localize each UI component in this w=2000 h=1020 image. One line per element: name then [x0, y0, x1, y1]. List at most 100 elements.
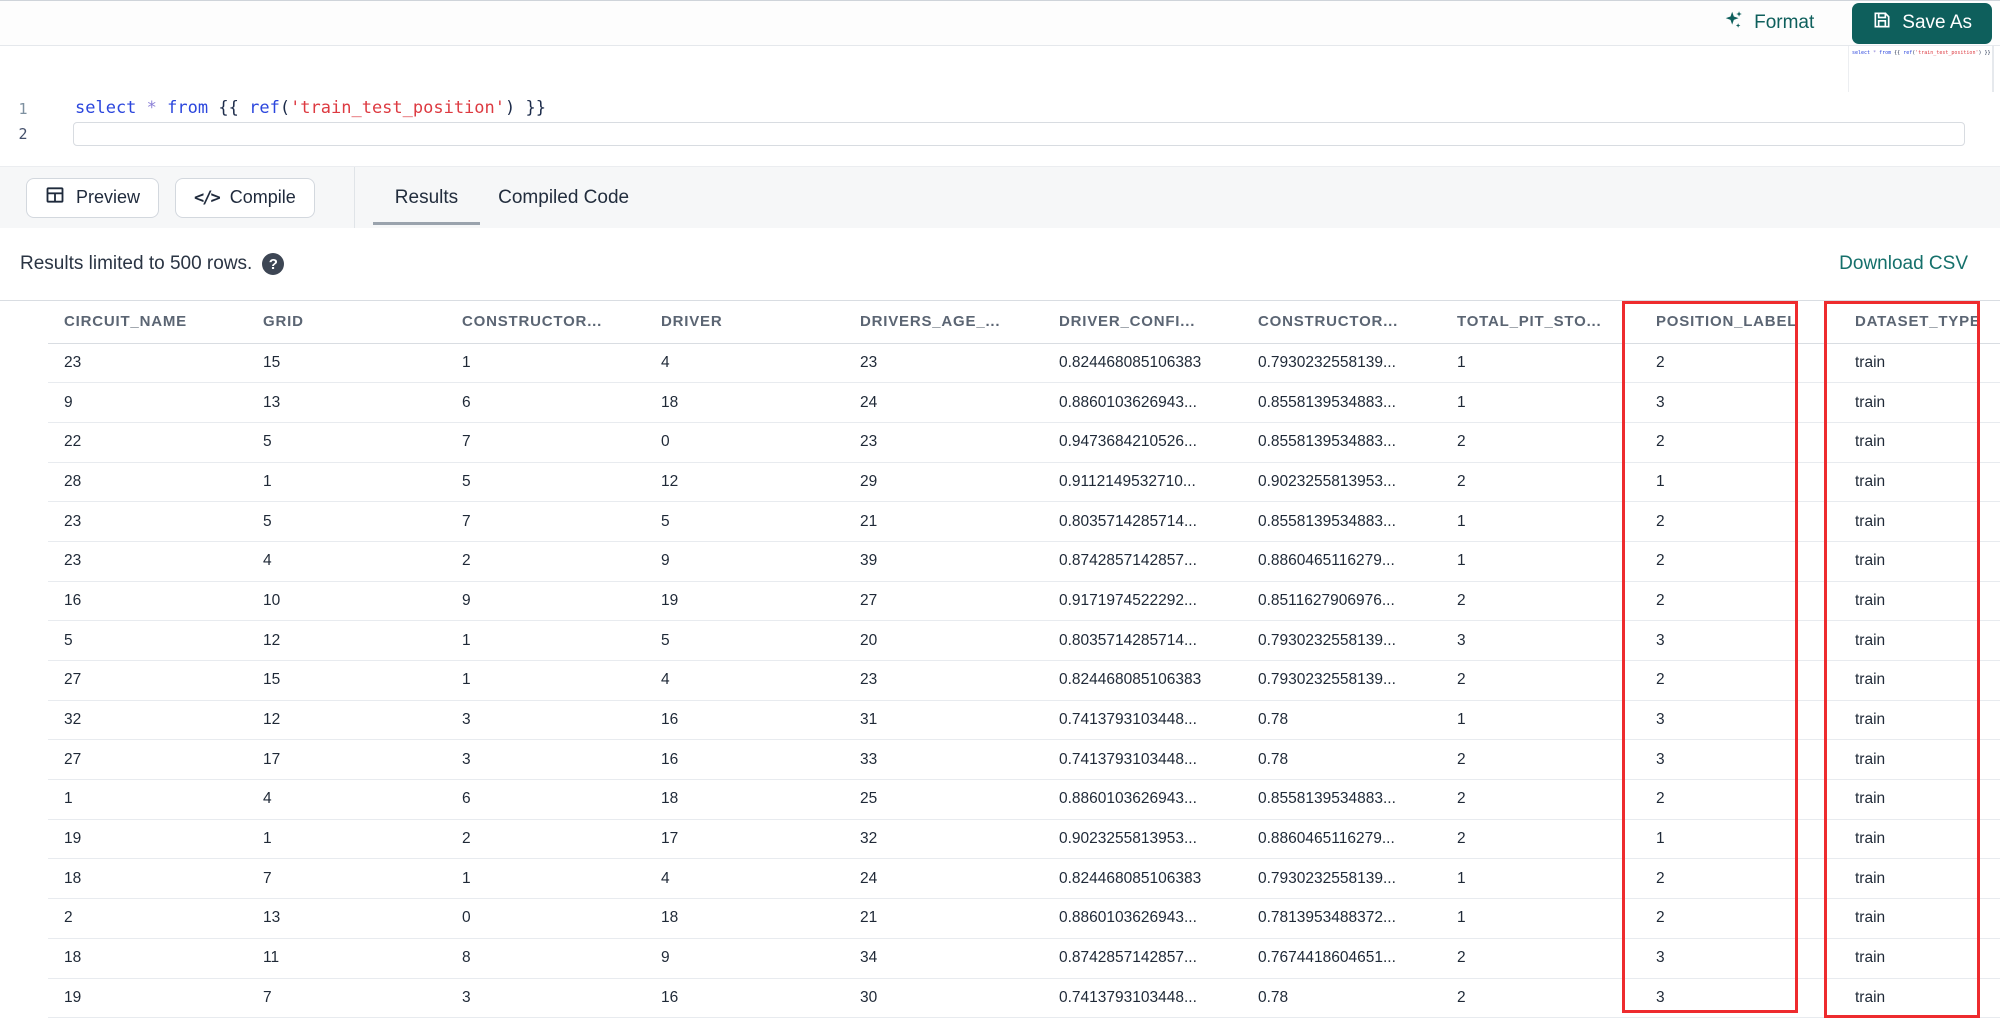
tab-compiled-code[interactable]: Compiled Code	[496, 167, 631, 228]
table-cell: 1	[1441, 700, 1640, 741]
table-row: 5 12 1 5 20 0.8035714285714... 0.7930232558139…	[48, 620, 2000, 661]
table-cell: 23	[48, 343, 247, 384]
results-tabs: Results Compiled Code	[372, 167, 667, 228]
code-token: {{	[1894, 50, 1904, 56]
table-cell: 29	[844, 462, 1043, 503]
table-cell: 23	[844, 660, 1043, 701]
table-cell: 1	[1640, 819, 1839, 860]
table-cell: 20	[844, 620, 1043, 661]
table-cell: 1	[1441, 501, 1640, 542]
table-cell: train	[1839, 501, 2000, 542]
table-cell: 0.824468085106383	[1043, 858, 1242, 900]
table-cell: 16	[48, 581, 247, 622]
table-cell: train	[1839, 700, 2000, 741]
table-cell: 21	[844, 501, 1043, 542]
tab-results[interactable]: Results	[372, 167, 481, 228]
table-cell: 19	[48, 819, 247, 860]
table-cell: 12	[247, 700, 446, 741]
help-icon[interactable]: ?	[262, 253, 285, 275]
results-limit-text: Results limited to 500 rows.	[20, 253, 253, 274]
table-cell: 9	[48, 382, 247, 423]
table-cell: 1	[48, 779, 247, 820]
save-as-button[interactable]: Save As	[1852, 2, 1992, 44]
table-cell: 16	[645, 739, 844, 781]
line-number-1: 1	[18, 100, 28, 118]
table-cell: 0.9171974522292...	[1043, 581, 1242, 622]
table-cell: 0.8860103626943...	[1043, 898, 1242, 939]
sql-editor[interactable]: 1 2 select * from {{ ref('train_test_pos…	[0, 46, 2000, 166]
table-cell: 1	[1441, 382, 1640, 423]
table-cell: 10	[247, 581, 446, 622]
table-cell: 2	[1640, 581, 1839, 622]
results-table: CIRCUIT_NAME GRID CONSTRUCTOR... DRIVER DRIV…	[48, 301, 2000, 1019]
save-icon	[1872, 10, 1892, 36]
table-cell: 3	[446, 978, 645, 1019]
table-cell: 25	[844, 779, 1043, 820]
table-row: 23 15 1 4 23 0.824468085106383 0.7930232558139…	[48, 343, 2000, 384]
table-cell: train	[1839, 779, 2000, 820]
editor-toolbar: Format Save As	[0, 0, 2000, 46]
table-cell: 0.8035714285714...	[1043, 620, 1242, 661]
preview-button[interactable]: Preview	[26, 177, 160, 218]
table-cell: 8	[446, 938, 645, 979]
table-cell: 0.8742857142857...	[1043, 938, 1242, 979]
table-cell: 1	[247, 462, 446, 503]
table-cell: 18	[48, 858, 247, 900]
code-token: *	[146, 98, 157, 118]
table-cell: 3	[1640, 382, 1839, 423]
table-cell: 5	[247, 422, 446, 463]
table-cell: 13	[247, 382, 446, 423]
table-cell: 1	[247, 819, 446, 860]
table-cell: 24	[844, 382, 1043, 423]
table-cell: 17	[645, 819, 844, 860]
action-bar: Preview </> Compile Results Compiled Cod…	[0, 166, 2000, 228]
table-cell: 21	[844, 898, 1043, 939]
table-cell: 0.9112149532710...	[1043, 462, 1242, 503]
table-row: 18 11 8 9 34 0.8742857142857... 0.767441860465…	[48, 938, 2000, 979]
table-cell: 4	[645, 660, 844, 701]
table-cell: 0.78	[1242, 739, 1441, 781]
table-cell: 27	[48, 739, 247, 781]
table-cell: 7	[446, 422, 645, 463]
download-csv-link[interactable]: Download CSV	[1839, 253, 1968, 275]
table-row: 1 4 6 18 25 0.8860103626943... 0.8558139534883…	[48, 779, 2000, 820]
code-line[interactable]: select * from {{ ref('train_test_positio…	[75, 98, 546, 118]
column-header: GRID	[247, 301, 446, 344]
code-token: ref	[1903, 50, 1913, 56]
active-line-cursor-box[interactable]	[73, 122, 1965, 146]
table-cell: 15	[247, 660, 446, 701]
table-cell: 3	[446, 739, 645, 781]
table-cell: 5	[48, 620, 247, 661]
table-cell: 1	[1441, 898, 1640, 939]
table-row: 32 12 3 16 31 0.7413793103448... 0.78 1 3 train	[48, 700, 2000, 741]
code-token: 'train_test_position'	[1915, 50, 1979, 56]
code-token: (	[279, 98, 291, 118]
column-header: DRIVER	[645, 301, 844, 344]
table-row: 19 7 3 16 30 0.7413793103448... 0.78 2 3 train	[48, 978, 2000, 1019]
table-cell: 3	[446, 700, 645, 741]
table-cell: 2	[1640, 779, 1839, 820]
table-cell: 0.824468085106383	[1043, 343, 1242, 384]
table-cell: 15	[247, 343, 446, 384]
table-cell: 2	[1640, 343, 1839, 384]
table-row: 23 4 2 9 39 0.8742857142857... 0.8860465116279…	[48, 541, 2000, 582]
table-cell: 3	[1640, 620, 1839, 661]
table-cell: 11	[247, 938, 446, 979]
table-cell: 27	[48, 660, 247, 701]
line-number-2: 2	[18, 125, 28, 143]
compile-button[interactable]: </> Compile	[175, 177, 315, 218]
table-cell: 0.8860103626943...	[1043, 382, 1242, 423]
table-row: 9 13 6 18 24 0.8860103626943... 0.855813953488…	[48, 382, 2000, 423]
table-cell: 0	[645, 422, 844, 463]
column-header: TOTAL_PIT_STO...	[1441, 301, 1640, 344]
preview-label: Preview	[76, 187, 141, 207]
code-icon: </>	[194, 187, 221, 208]
format-button[interactable]: Format	[1723, 9, 1814, 37]
code-token: }}	[515, 98, 546, 118]
table-cell: train	[1839, 978, 2000, 1019]
table-cell: 2	[446, 819, 645, 860]
sparkles-icon	[1723, 9, 1745, 37]
